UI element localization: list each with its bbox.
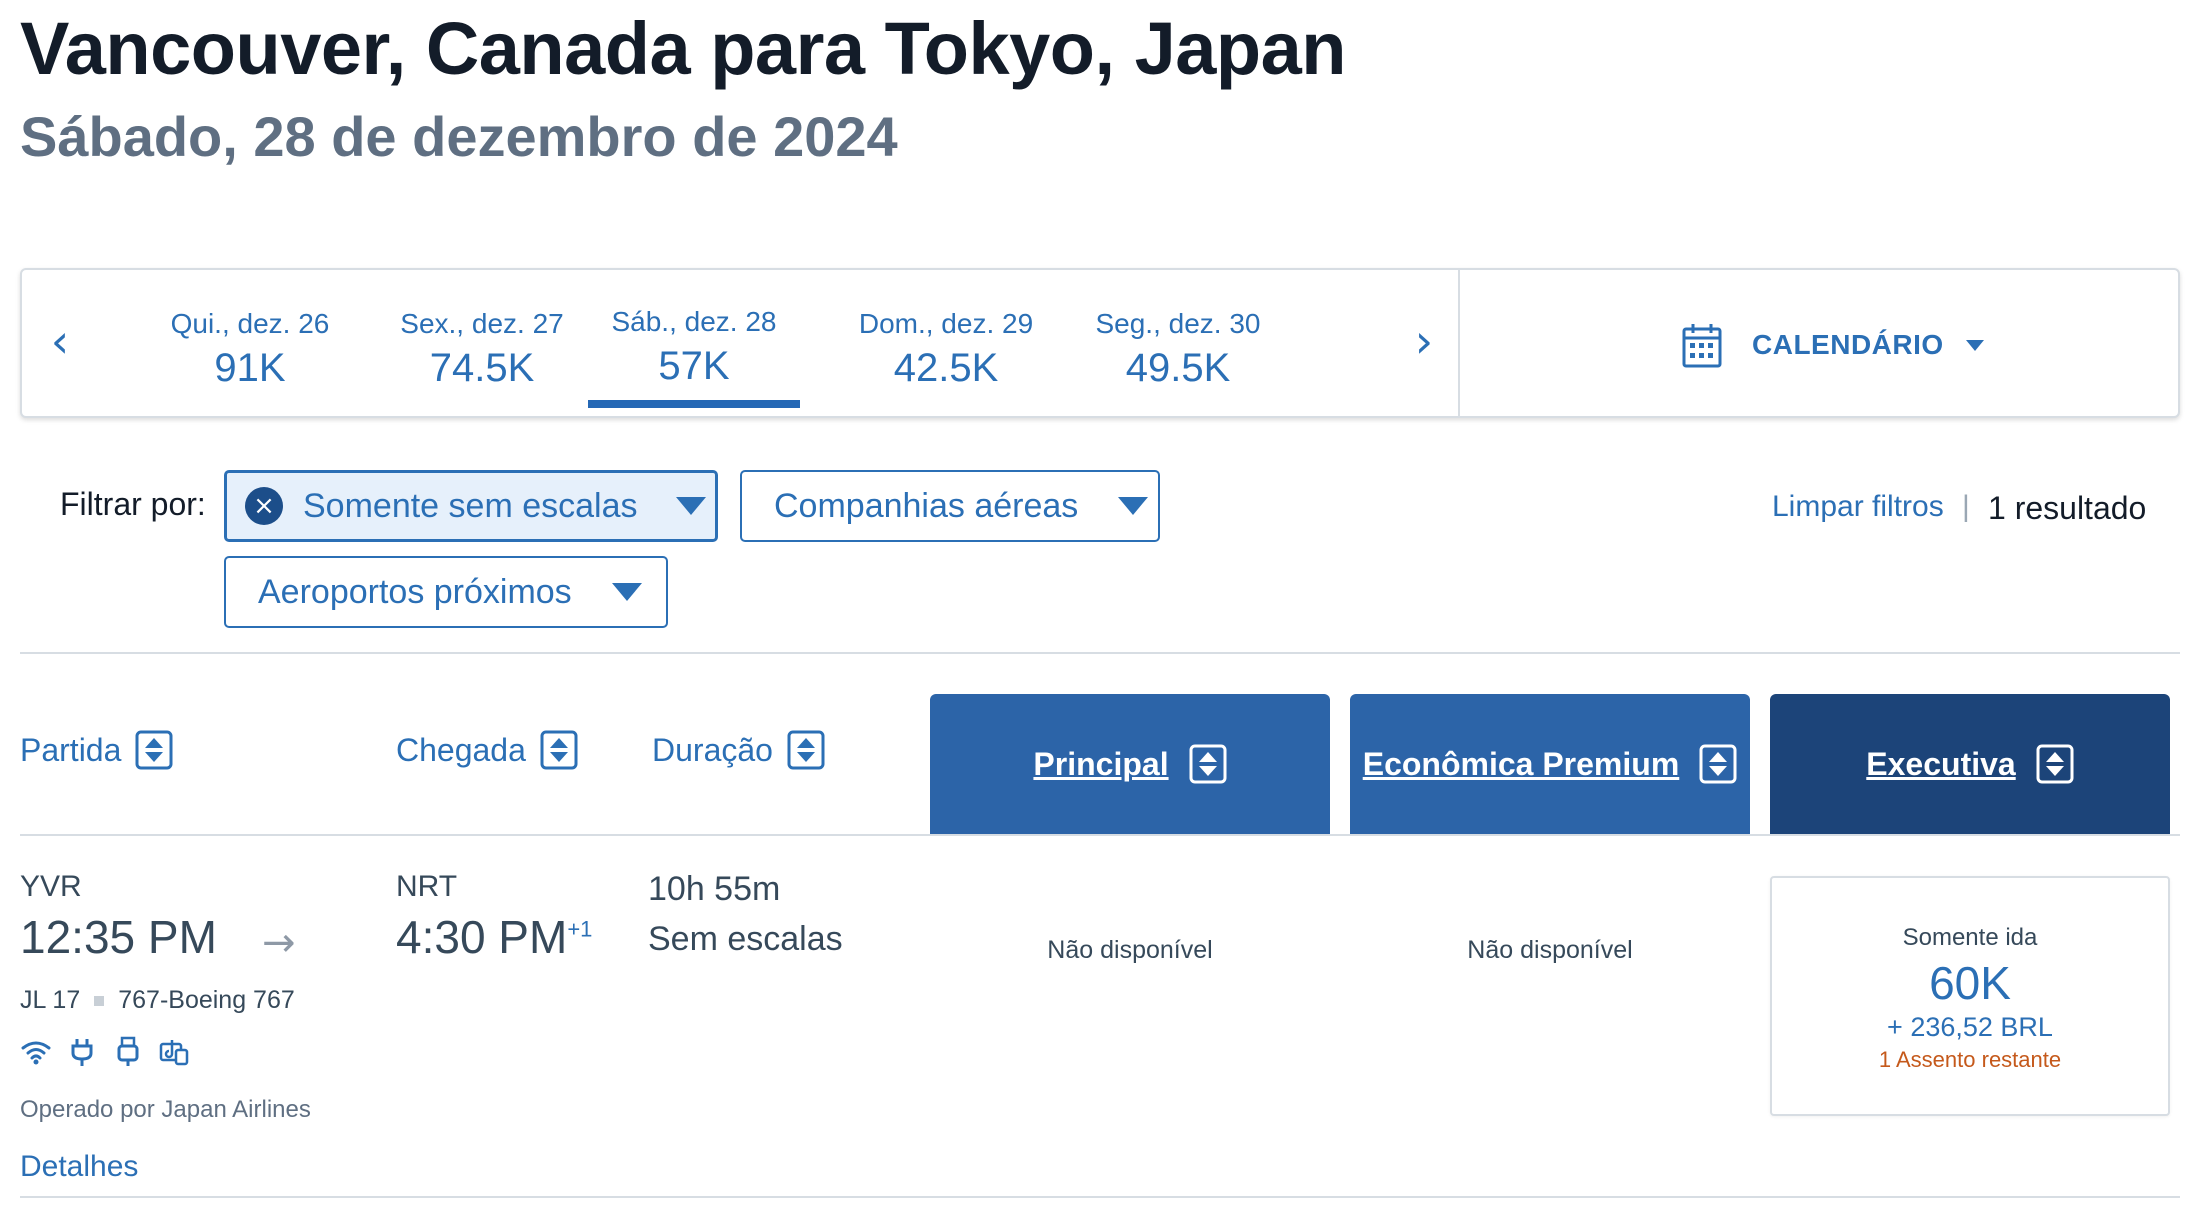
departure-time: 12:35 PM xyxy=(20,911,217,963)
chevron-left-icon[interactable]: ‹ xyxy=(40,314,80,368)
fare-type: Somente ida xyxy=(1902,924,2038,951)
sort-icon xyxy=(1699,744,1737,784)
divider xyxy=(20,1196,2180,1198)
date-tab-price: 57K xyxy=(658,344,730,388)
date-tab-price: 49.5K xyxy=(1125,346,1231,390)
date-tab-label: Sáb., dez. 28 xyxy=(611,306,777,337)
sort-duration[interactable]: Duração xyxy=(652,730,825,770)
fare-taxes: + 236,52 BRL xyxy=(1887,1012,2053,1042)
cabin-premium-label: Econômica Premium xyxy=(1362,745,1680,782)
filter-nonstop-dropdown[interactable]: × Somente sem escalas xyxy=(224,470,718,542)
details-link[interactable]: Detalhes xyxy=(20,1150,138,1184)
date-tab-dec-30[interactable]: Seg., dez. 30 49.5K xyxy=(1072,308,1284,391)
page-subtitle-date: Sábado, 28 de dezembro de 2024 xyxy=(20,105,898,168)
date-tab-label: Seg., dez. 30 xyxy=(1095,308,1261,339)
amenities-list xyxy=(20,1036,190,1068)
caret-down-icon xyxy=(675,497,706,515)
date-tab-price: 91K xyxy=(214,346,286,390)
calendar-dropdown-button[interactable]: CALENDÁRIO xyxy=(1682,320,1984,370)
sort-departure[interactable]: Partida xyxy=(20,730,173,770)
clear-filters-link[interactable]: Limpar filtros xyxy=(1772,490,1944,524)
sort-departure-label: Partida xyxy=(20,731,122,768)
sort-icon xyxy=(135,730,173,770)
caret-down-icon xyxy=(1965,339,1984,351)
wifi-icon xyxy=(21,1041,51,1065)
divider xyxy=(20,834,2180,836)
date-tab-dec-26[interactable]: Qui., dez. 26 91K xyxy=(144,308,356,391)
cabin-business-label: Executiva xyxy=(1866,745,2016,782)
sort-icon xyxy=(2036,744,2074,784)
filter-label: Filtrar por: xyxy=(60,486,206,522)
sort-icon xyxy=(1189,744,1227,784)
close-icon[interactable]: × xyxy=(245,487,283,525)
operated-by: Operado por Japan Airlines xyxy=(20,1096,311,1123)
result-count: 1 resultado xyxy=(1988,490,2147,526)
strip-divider xyxy=(1458,270,1460,416)
date-tab-dec-27[interactable]: Sex., dez. 27 74.5K xyxy=(376,308,588,391)
sort-duration-label: Duração xyxy=(652,731,773,768)
fare-premium-unavailable: Não disponível xyxy=(1467,936,1633,964)
page-title: Vancouver, Canada para Tokyo, Japan xyxy=(20,7,1347,90)
cabin-main-label: Principal xyxy=(1033,745,1169,782)
date-selector-strip: ‹ Qui., dez. 26 91K Sex., dez. 27 74.5K … xyxy=(20,268,2180,418)
fare-miles: 60K xyxy=(1929,957,2011,1009)
calendar-label: CALENDÁRIO xyxy=(1752,329,1944,360)
usb-icon xyxy=(117,1036,139,1066)
chevron-right-icon[interactable]: › xyxy=(1404,314,1444,368)
filter-airlines-label: Companhias aéreas xyxy=(774,486,1079,525)
filter-airlines-dropdown[interactable]: Companhias aéreas xyxy=(740,470,1160,542)
aircraft-type: 767-Boeing 767 xyxy=(118,986,295,1014)
entertainment-icon xyxy=(159,1040,189,1066)
flight-info: JL 17 767-Boeing 767 xyxy=(20,986,295,1015)
sort-arrival-label: Chegada xyxy=(396,731,526,768)
date-tab-price: 42.5K xyxy=(893,346,999,390)
arrival-time-wrap: 4:30 PM+1 xyxy=(396,910,592,964)
filter-nonstop-label: Somente sem escalas xyxy=(303,486,638,525)
fare-main-unavailable: Não disponível xyxy=(1047,936,1213,964)
date-tab-dec-28-selected[interactable]: Sáb., dez. 28 57K xyxy=(588,270,800,408)
destination-airport: NRT xyxy=(396,870,458,903)
flight-stops: Sem escalas xyxy=(648,920,843,958)
separator: | xyxy=(1962,490,1970,523)
arrival-time: 4:30 PM xyxy=(396,911,568,963)
cabin-header-premium-economy[interactable]: Econômica Premium xyxy=(1350,694,1750,834)
seats-remaining: 1 Assento restante xyxy=(1878,1047,2062,1072)
cabin-header-business[interactable]: Executiva xyxy=(1770,694,2170,834)
fare-business-card[interactable]: Somente ida 60K + 236,52 BRL 1 Assento r… xyxy=(1770,876,2170,1116)
filter-nearby-airports-dropdown[interactable]: Aeroportos próximos xyxy=(224,556,668,628)
caret-down-icon xyxy=(611,583,642,601)
date-tab-label: Sex., dez. 27 xyxy=(400,308,564,339)
divider xyxy=(20,652,2180,654)
sort-icon xyxy=(540,730,578,770)
date-tab-price: 74.5K xyxy=(429,346,535,390)
date-tab-label: Dom., dez. 29 xyxy=(858,308,1034,339)
origin-airport: YVR xyxy=(20,870,82,903)
date-tab-dec-29[interactable]: Dom., dez. 29 42.5K xyxy=(840,308,1052,391)
power-outlet-icon xyxy=(71,1039,93,1066)
sort-icon xyxy=(787,730,825,770)
caret-down-icon xyxy=(1118,497,1149,515)
filter-nearby-airports-label: Aeroportos próximos xyxy=(258,572,572,611)
calendar-icon xyxy=(1682,324,1722,368)
date-tab-label: Qui., dez. 26 xyxy=(170,308,330,339)
flight-duration: 10h 55m xyxy=(648,870,781,908)
flight-number: JL 17 xyxy=(20,986,81,1014)
separator xyxy=(94,995,105,1006)
arrow-right-icon: → xyxy=(262,920,296,966)
sort-arrival[interactable]: Chegada xyxy=(396,730,578,770)
cabin-header-main[interactable]: Principal xyxy=(930,694,1330,834)
day-offset-badge: +1 xyxy=(567,916,593,942)
